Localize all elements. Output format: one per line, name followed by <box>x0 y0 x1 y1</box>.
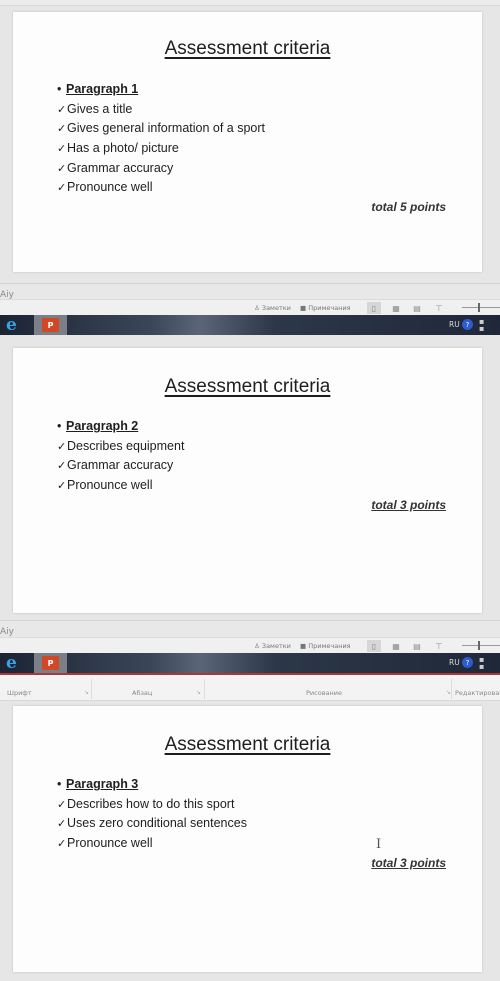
slide-title: Assessment criteria <box>164 38 331 59</box>
checkmark-icon: ✓ <box>57 103 67 116</box>
internet-explorer-icon[interactable]: e <box>6 654 17 672</box>
list-item: ✓Gives general information of a sport <box>57 119 265 139</box>
dialog-launcher-icon[interactable]: ↘ <box>196 689 201 696</box>
checkmark-icon: ✓ <box>57 143 67 156</box>
view-bar: ♙ Заметки ■ Примечания ▯ ▦ ▤ ⊤ <box>0 637 500 653</box>
comment-icon: ■ <box>300 304 307 312</box>
slide-sorter-view-icon[interactable]: ▦ <box>389 640 403 652</box>
zoom-slider[interactable] <box>462 645 500 646</box>
text-cursor-icon: I <box>376 837 382 852</box>
slide-title: Assessment criteria <box>164 376 331 397</box>
list-item: ✓Pronounce well <box>57 476 184 496</box>
checkmark-icon: ✓ <box>57 440 67 453</box>
powerpoint-taskbar-button[interactable]: P <box>34 315 67 335</box>
ribbon-group-drawing[interactable]: Рисование <box>306 689 342 697</box>
taskbar: e P RU ? ▪ ▪ <box>0 315 500 335</box>
bullet-icon: • <box>57 82 62 96</box>
ribbon-strip-top <box>0 0 500 6</box>
slide-1[interactable]: Assessment criteria • Paragraph 1 ✓Gives … <box>13 12 482 272</box>
language-indicator[interactable]: RU <box>449 320 460 329</box>
list-item: ✓Grammar accuracy <box>57 159 265 179</box>
ribbon-group-paragraph[interactable]: Абзац <box>132 689 152 697</box>
list-item: ✓Describes equipment <box>57 437 184 457</box>
notes-button[interactable]: ♙ Заметки <box>254 304 291 312</box>
checkmark-icon: ✓ <box>57 818 67 831</box>
view-bar: ♙ Заметки ■ Примечания ▯ ▦ ▤ ⊤ <box>0 299 500 315</box>
slideshow-view-icon[interactable]: ⊤ <box>432 640 446 652</box>
paragraph-heading: • Paragraph 3 <box>57 775 247 795</box>
powerpoint-icon: P <box>42 656 59 670</box>
bullet-icon: • <box>57 419 62 433</box>
list-item: ✓Describes how to do this sport <box>57 795 247 815</box>
checkmark-icon: ✓ <box>57 480 67 493</box>
paragraph-heading: • Paragraph 1 <box>57 80 265 100</box>
total-points: total 3 points <box>371 856 446 870</box>
bullet-icon: • <box>57 777 62 791</box>
ribbon: Шрифт ↘ Абзац ↘ Рисование ↘ Редактирован… <box>0 673 500 701</box>
zoom-slider-thumb[interactable] <box>478 641 480 650</box>
list-item: ✓Pronounce well <box>57 178 265 198</box>
checkmark-icon: ✓ <box>57 460 67 473</box>
reading-view-icon[interactable]: ▤ <box>410 640 424 652</box>
powerpoint-taskbar-button[interactable]: P <box>34 653 67 673</box>
list-item: ✓Has a photo/ picture <box>57 139 265 159</box>
total-points: total 3 points <box>371 498 446 512</box>
normal-view-icon[interactable]: ▯ <box>367 640 381 652</box>
comments-button[interactable]: ■ Примечания <box>300 304 351 312</box>
criteria-list: • Paragraph 1 ✓Gives a title ✓Gives gener… <box>57 80 265 198</box>
notes-icon: ♙ <box>254 304 260 312</box>
reading-view-icon[interactable]: ▤ <box>410 302 424 314</box>
list-item: ✓Pronounce well <box>57 834 247 854</box>
tray-icon[interactable]: ▪ ▪ <box>479 656 484 671</box>
checkmark-icon: ✓ <box>57 123 67 136</box>
comments-button[interactable]: ■ Примечания <box>300 642 351 650</box>
ribbon-group-font[interactable]: Шрифт <box>7 689 32 697</box>
tray-icon[interactable]: ▪ ▪ <box>479 318 484 333</box>
help-icon[interactable]: ? <box>462 319 473 330</box>
slideshow-view-icon[interactable]: ⊤ <box>432 302 446 314</box>
comment-icon: ■ <box>300 642 307 650</box>
help-icon[interactable]: ? <box>462 657 473 668</box>
list-item: ✓Uses zero conditional sentences <box>57 814 247 834</box>
normal-view-icon[interactable]: ▯ <box>367 302 381 314</box>
language-indicator[interactable]: RU <box>449 658 460 667</box>
internet-explorer-icon[interactable]: e <box>6 316 17 334</box>
notes-icon: ♙ <box>254 642 260 650</box>
checkmark-icon: ✓ <box>57 162 67 175</box>
slide-2[interactable]: Assessment criteria • Paragraph 2 ✓Descri… <box>13 348 482 613</box>
slide-title: Assessment criteria <box>164 734 331 755</box>
zoom-slider[interactable] <box>462 307 500 308</box>
ribbon-group-editing[interactable]: Редактирование <box>455 689 500 697</box>
list-item: ✓Gives a title <box>57 100 265 120</box>
checkmark-icon: ✓ <box>57 798 67 811</box>
notes-button[interactable]: ♙ Заметки <box>254 642 291 650</box>
taskbar: e P RU ? ▪ ▪ <box>0 653 500 673</box>
criteria-list: • Paragraph 3 ✓Describes how to do this s… <box>57 775 247 854</box>
checkmark-icon: ✓ <box>57 838 67 851</box>
total-points: total 5 points <box>371 200 446 214</box>
checkmark-icon: ✓ <box>57 182 67 195</box>
slide-3[interactable]: Assessment criteria • Paragraph 3 ✓Descri… <box>13 706 482 972</box>
list-item: ✓Grammar accuracy <box>57 456 184 476</box>
dialog-launcher-icon[interactable]: ↘ <box>84 689 89 696</box>
slide-sorter-view-icon[interactable]: ▦ <box>389 302 403 314</box>
powerpoint-icon: P <box>42 318 59 332</box>
criteria-list: • Paragraph 2 ✓Describes equipment ✓Gramm… <box>57 417 184 496</box>
zoom-slider-thumb[interactable] <box>478 303 480 312</box>
paragraph-heading: • Paragraph 2 <box>57 417 184 437</box>
